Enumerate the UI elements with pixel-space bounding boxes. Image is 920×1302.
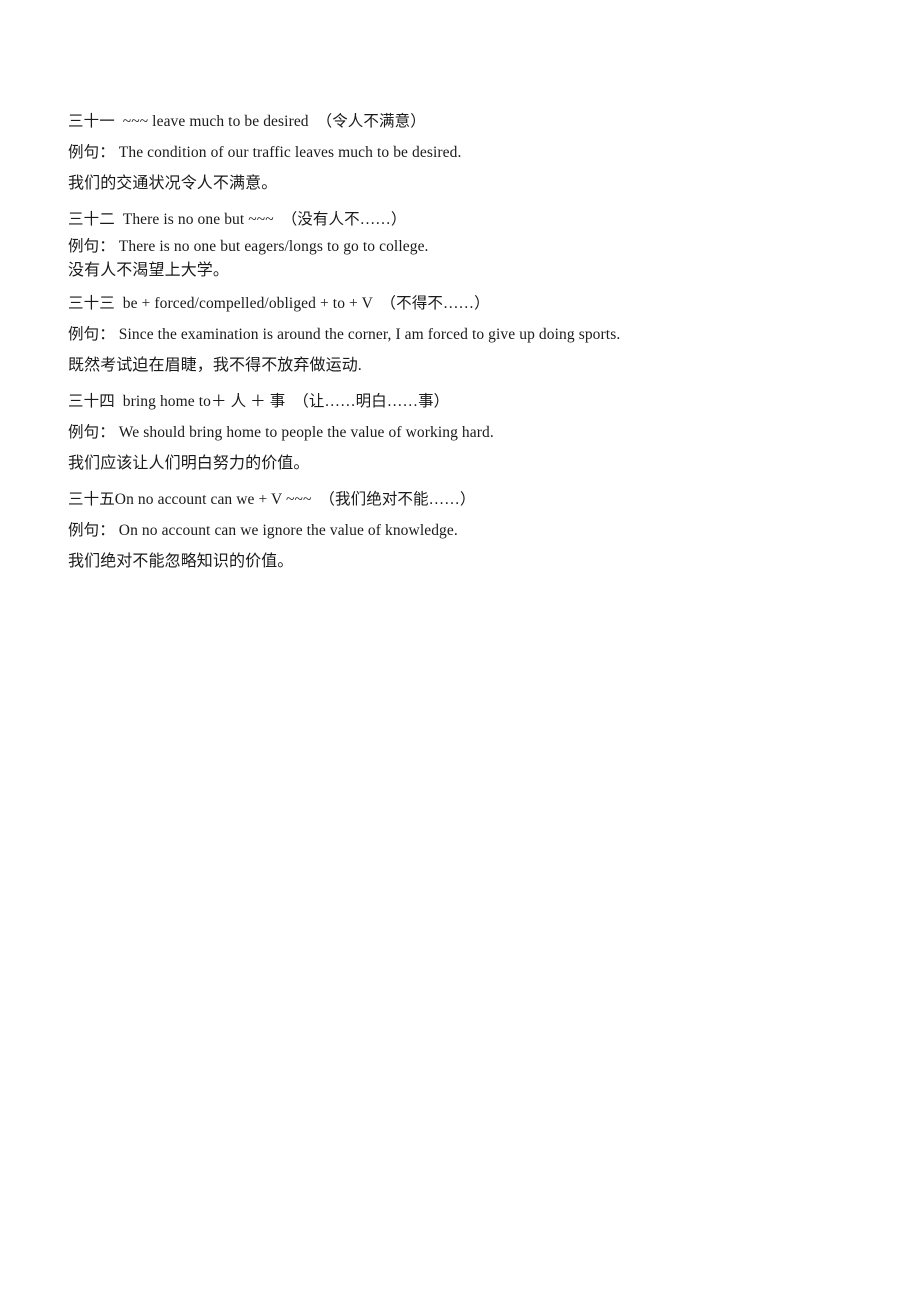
- entry-translation: 我们绝对不能忽略知识的价值。: [68, 553, 294, 570]
- entry-example: 例句： There is no one but eagers/longs to …: [68, 238, 429, 255]
- entry-34: 三十四 bring home to＋ 人 ＋ 事 （让……明白……事） 例句： …: [68, 386, 920, 479]
- entry-31: 三十一 ~~~ leave much to be desired （令人不满意）…: [68, 106, 920, 199]
- entry-35: 三十五On no account can we + V ~~~ （我们绝对不能……: [68, 484, 920, 577]
- entry-heading: 三十一 ~~~ leave much to be desired （令人不满意）: [68, 113, 426, 130]
- entry-translation: 没有人不渴望上大学。: [68, 262, 230, 279]
- entry-translation: 既然考试迫在眉睫，我不得不放弃做运动.: [68, 357, 362, 374]
- document-page: 三十一 ~~~ leave much to be desired （令人不满意）…: [0, 0, 920, 1302]
- entry-32: 三十二 There is no one but ~~~ （没有人不……） 例句：…: [68, 204, 920, 283]
- entry-example: 例句： On no account can we ignore the valu…: [68, 522, 458, 539]
- entry-example: 例句： The condition of our traffic leaves …: [68, 144, 462, 161]
- entry-translation: 我们应该让人们明白努力的价值。: [68, 455, 310, 472]
- entry-heading: 三十三 be + forced/compelled/obliged + to +…: [68, 295, 490, 312]
- entry-33: 三十三 be + forced/compelled/obliged + to +…: [68, 288, 920, 381]
- entry-heading: 三十四 bring home to＋ 人 ＋ 事 （让……明白……事）: [68, 393, 450, 410]
- entry-example: 例句： Since the examination is around the …: [68, 326, 621, 343]
- entry-example: 例句： We should bring home to people the v…: [68, 424, 494, 441]
- entry-heading: 三十二 There is no one but ~~~ （没有人不……）: [68, 211, 407, 228]
- entry-heading: 三十五On no account can we + V ~~~ （我们绝对不能……: [68, 491, 476, 508]
- entry-translation: 我们的交通状况令人不满意。: [68, 175, 278, 192]
